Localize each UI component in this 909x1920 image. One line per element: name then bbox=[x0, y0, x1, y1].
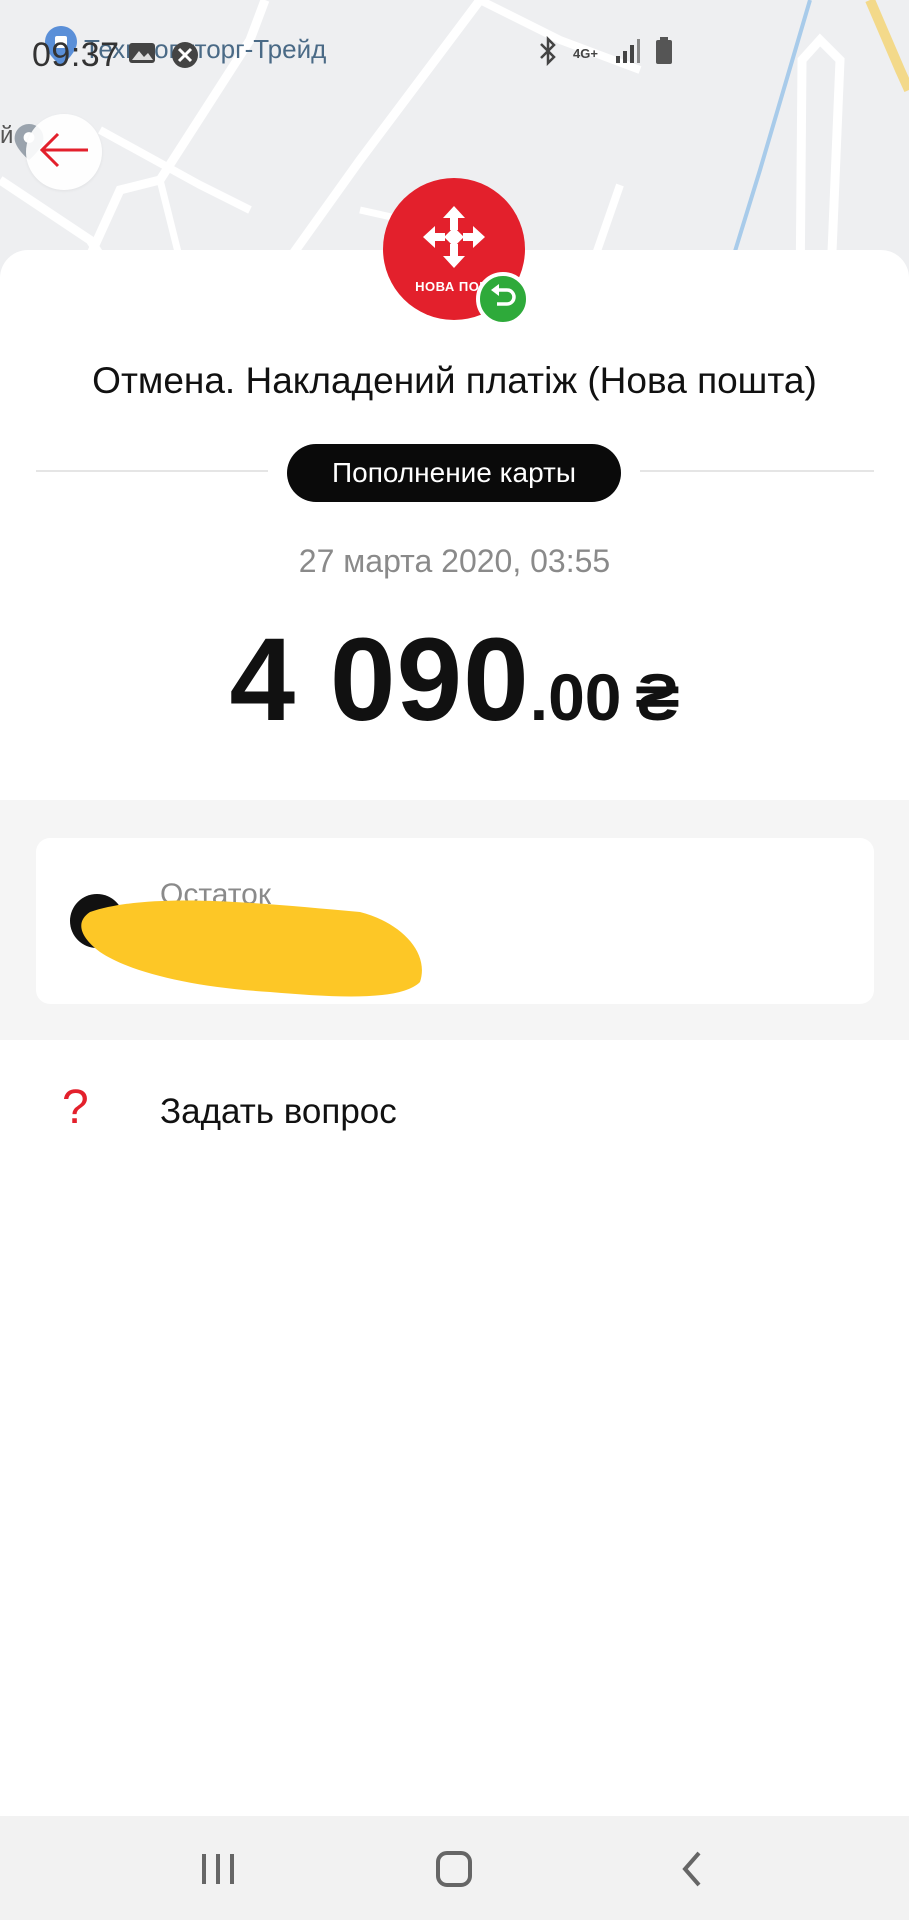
battery-icon bbox=[655, 37, 673, 70]
ask-question-row[interactable]: ? Задать вопрос bbox=[0, 1070, 909, 1156]
divider-left bbox=[36, 470, 268, 472]
amount-integer: 4 090 bbox=[229, 614, 530, 746]
back-nav-button[interactable] bbox=[662, 1846, 722, 1896]
amount-decimal: .00 bbox=[529, 660, 622, 734]
network-type: 4G+ bbox=[573, 46, 598, 61]
status-right-icons: 4G+ bbox=[537, 35, 673, 71]
system-nav-bar bbox=[0, 1816, 909, 1920]
home-button[interactable] bbox=[424, 1846, 484, 1896]
recent-apps-icon bbox=[198, 1851, 238, 1892]
chevron-left-icon bbox=[677, 1849, 707, 1894]
refund-badge bbox=[476, 272, 530, 326]
redaction-scribble bbox=[81, 900, 422, 997]
map-place-label: Технооптторг-Трейд bbox=[84, 34, 327, 64]
transaction-date: 27 марта 2020, 03:55 bbox=[298, 543, 611, 579]
ask-question-label: Задать вопрос bbox=[160, 1092, 397, 1131]
transaction-amount: 4 090.00 ₴ bbox=[0, 612, 909, 748]
blocked-icon bbox=[170, 40, 200, 75]
arrow-left-icon bbox=[38, 132, 90, 173]
signal-icon bbox=[615, 38, 641, 69]
back-button[interactable] bbox=[26, 114, 102, 190]
transaction-title: Отмена. Накладений платіж (Нова пошта) bbox=[92, 360, 817, 401]
currency-symbol: ₴ bbox=[635, 660, 680, 734]
home-icon bbox=[434, 1849, 474, 1894]
divider-right bbox=[640, 470, 874, 472]
question-icon: ? bbox=[62, 1081, 89, 1134]
status-left-icons bbox=[128, 40, 200, 75]
category-pill[interactable]: Пополнение карты bbox=[287, 444, 621, 502]
nova-poshta-logo-icon bbox=[421, 204, 487, 275]
map-side-label: й bbox=[0, 122, 14, 149]
bluetooth-icon bbox=[537, 35, 559, 71]
status-time: 09:37 bbox=[32, 36, 120, 74]
gallery-icon bbox=[128, 40, 156, 75]
undo-icon bbox=[489, 283, 517, 315]
recent-apps-button[interactable] bbox=[188, 1846, 248, 1896]
